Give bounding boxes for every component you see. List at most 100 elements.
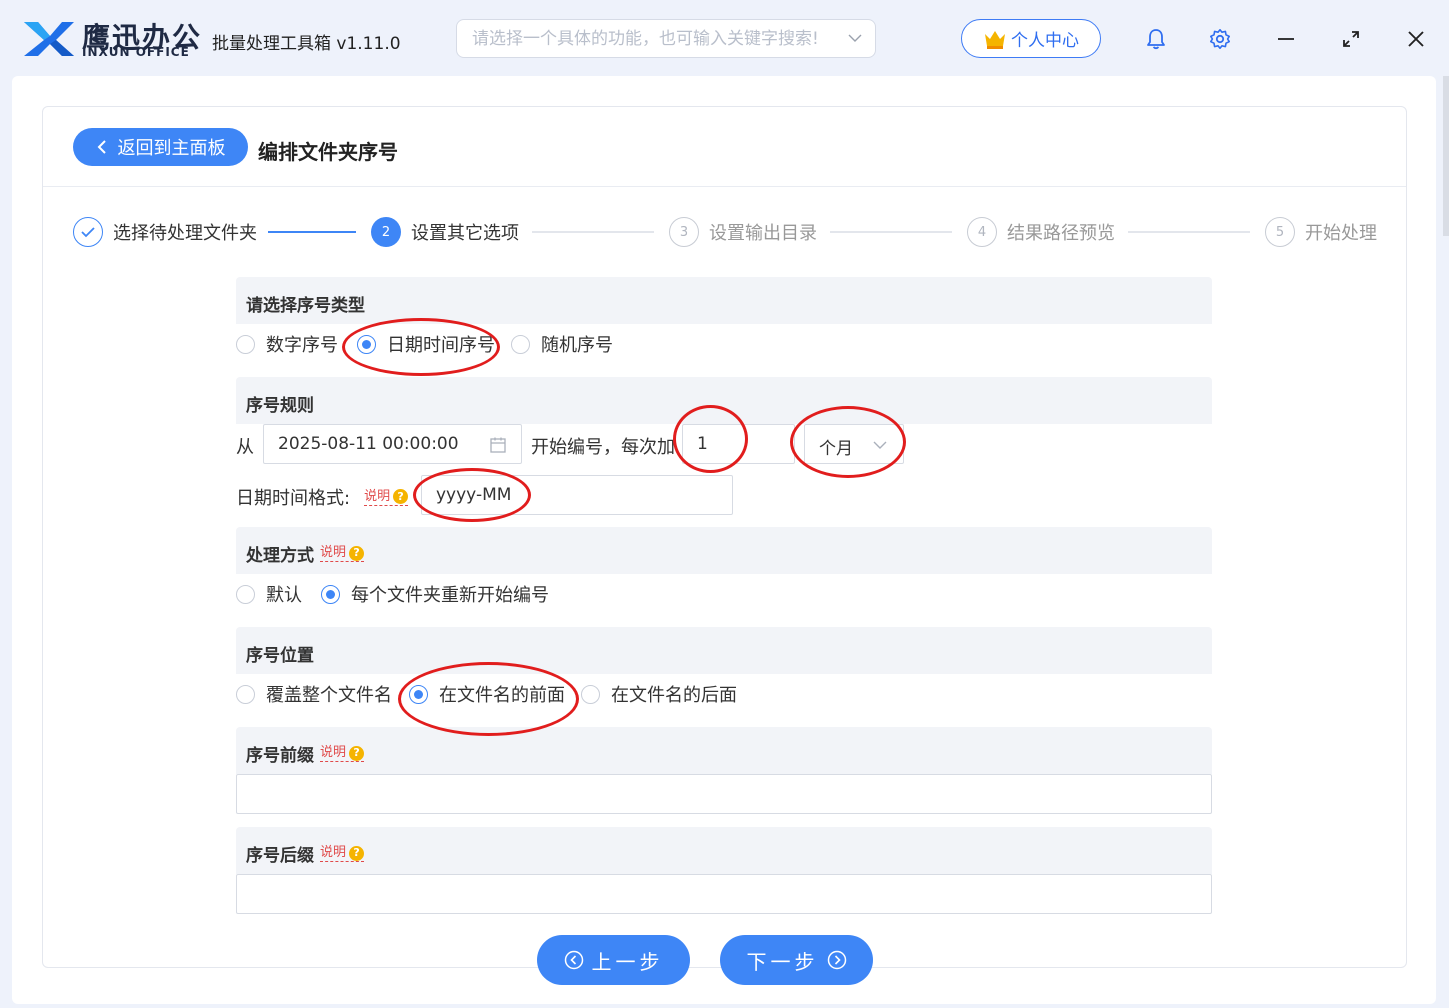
seq-rule-title: 序号规则 xyxy=(246,396,314,416)
step-connector-3 xyxy=(830,231,952,233)
process-mode-title: 处理方式 xyxy=(246,546,314,566)
close-icon[interactable] xyxy=(1403,26,1429,52)
seq-type-header: 请选择序号类型 xyxy=(236,277,1212,324)
radio-label: 日期时间序号 xyxy=(387,335,495,356)
radio-datetime-seq[interactable]: 日期时间序号 xyxy=(357,332,495,356)
increment-input[interactable] xyxy=(683,425,794,463)
start-datetime-field[interactable] xyxy=(263,424,522,464)
radio-default-mode[interactable]: 默认 xyxy=(236,582,302,606)
radio-circle[interactable] xyxy=(236,684,255,704)
hint-label: 说明 xyxy=(320,545,347,560)
step-1-label: 选择待处理文件夹 xyxy=(113,223,257,244)
title-bar: 鹰迅办公 INXUN OFFICE 批量处理工具箱 v1.11.0 个人中心 xyxy=(0,0,1449,78)
radio-after-name[interactable]: 在文件名的后面 xyxy=(581,682,737,706)
chevron-down-icon xyxy=(873,441,887,449)
step-1: 选择待处理文件夹 xyxy=(73,216,257,248)
radio-circle[interactable] xyxy=(409,684,428,704)
header-divider xyxy=(43,186,1406,187)
arrow-left-circle-icon xyxy=(564,950,583,970)
help-icon: ? xyxy=(349,545,365,561)
maximize-icon[interactable] xyxy=(1338,26,1364,52)
next-step-button[interactable]: 下一步 xyxy=(720,935,873,985)
back-to-home-button[interactable]: 返回到主面板 xyxy=(73,128,248,166)
radio-circle[interactable] xyxy=(236,584,255,604)
prefix-hint[interactable]: 说明? xyxy=(320,745,365,762)
suffix-field[interactable] xyxy=(236,874,1212,914)
process-mode-title-row: 处理方式 说明? xyxy=(246,541,365,566)
radio-random-seq[interactable]: 随机序号 xyxy=(511,332,613,356)
minimize-icon[interactable] xyxy=(1273,26,1299,52)
suffix-header: 序号后缀 说明? xyxy=(236,827,1212,874)
increment-field[interactable] xyxy=(682,424,795,464)
suffix-input[interactable] xyxy=(237,875,1211,913)
format-field[interactable] xyxy=(421,475,733,515)
format-hint[interactable]: 说明? xyxy=(364,489,409,506)
personal-center-button[interactable]: 个人中心 xyxy=(961,19,1101,58)
page-title: 编排文件夹序号 xyxy=(258,140,398,164)
step-4: 4 结果路径预览 xyxy=(967,216,1115,248)
format-input[interactable] xyxy=(422,476,732,514)
radio-circle[interactable] xyxy=(357,334,376,354)
prev-step-button[interactable]: 上一步 xyxy=(537,935,690,985)
radio-circle[interactable] xyxy=(511,334,530,354)
radio-label: 默认 xyxy=(266,585,302,606)
radio-label: 数字序号 xyxy=(266,335,338,356)
bell-icon[interactable] xyxy=(1143,26,1169,52)
start-datetime-input[interactable] xyxy=(264,425,521,463)
increment-label: 开始编号，每次加 xyxy=(531,437,675,458)
prefix-field[interactable] xyxy=(236,774,1212,814)
radio-overwrite-name[interactable]: 覆盖整个文件名 xyxy=(236,682,392,706)
radio-label: 在文件名的前面 xyxy=(439,685,565,706)
radio-circle[interactable] xyxy=(321,584,340,604)
scrollbar[interactable] xyxy=(1443,76,1449,1004)
process-mode-hint[interactable]: 说明? xyxy=(320,545,365,562)
process-mode-header: 处理方式 说明? xyxy=(236,527,1212,574)
prefix-input[interactable] xyxy=(237,775,1211,813)
step-5: 5 开始处理 xyxy=(1265,216,1377,248)
prefix-header: 序号前缀 说明? xyxy=(236,727,1212,774)
step-5-number: 5 xyxy=(1265,217,1295,247)
calendar-icon[interactable] xyxy=(489,436,507,454)
help-icon: ? xyxy=(349,745,365,761)
suffix-title-row: 序号后缀 说明? xyxy=(246,841,365,866)
chevron-left-icon xyxy=(97,140,106,154)
unit-select-value: 个月 xyxy=(819,439,853,459)
unit-select[interactable]: 个月 xyxy=(804,424,904,464)
step-3: 3 设置输出目录 xyxy=(669,216,817,248)
search-box[interactable] xyxy=(456,19,876,58)
hint-label: 说明 xyxy=(320,845,347,860)
format-label: 日期时间格式: xyxy=(236,488,351,509)
radio-label: 随机序号 xyxy=(541,335,613,356)
search-input[interactable] xyxy=(457,20,837,57)
personal-center-label: 个人中心 xyxy=(1011,31,1079,51)
step-2-number: 2 xyxy=(371,217,401,247)
radio-label: 在文件名的后面 xyxy=(611,685,737,706)
back-button-label: 返回到主面板 xyxy=(117,138,226,159)
format-label-row: 日期时间格式: 说明? xyxy=(236,484,409,510)
step-3-label: 设置输出目录 xyxy=(709,223,817,244)
step-connector-1 xyxy=(268,231,356,233)
radio-circle[interactable] xyxy=(236,334,255,354)
radio-before-name[interactable]: 在文件名的前面 xyxy=(409,682,565,706)
radio-restart-per-folder[interactable]: 每个文件夹重新开始编号 xyxy=(321,582,549,606)
suffix-hint[interactable]: 说明? xyxy=(320,845,365,862)
step-5-label: 开始处理 xyxy=(1305,223,1377,244)
chevron-down-icon[interactable] xyxy=(847,30,863,46)
logo-subtext: INXUN OFFICE xyxy=(82,45,190,59)
seq-position-title: 序号位置 xyxy=(246,646,314,666)
seq-type-title: 请选择序号类型 xyxy=(246,296,365,316)
radio-label: 每个文件夹重新开始编号 xyxy=(351,585,549,606)
prefix-title: 序号前缀 xyxy=(246,746,314,766)
help-icon: ? xyxy=(393,489,409,504)
arrow-right-circle-icon xyxy=(827,950,846,970)
app-title: 批量处理工具箱 v1.11.0 xyxy=(212,34,401,54)
step-4-number: 4 xyxy=(967,217,997,247)
crown-icon xyxy=(985,30,1005,49)
from-label: 从 xyxy=(236,437,254,458)
radio-circle[interactable] xyxy=(581,684,600,704)
gear-icon[interactable] xyxy=(1207,26,1233,52)
step-connector-4 xyxy=(1128,231,1250,233)
step-3-number: 3 xyxy=(669,217,699,247)
help-icon: ? xyxy=(349,845,365,861)
radio-number-seq[interactable]: 数字序号 xyxy=(236,332,338,356)
